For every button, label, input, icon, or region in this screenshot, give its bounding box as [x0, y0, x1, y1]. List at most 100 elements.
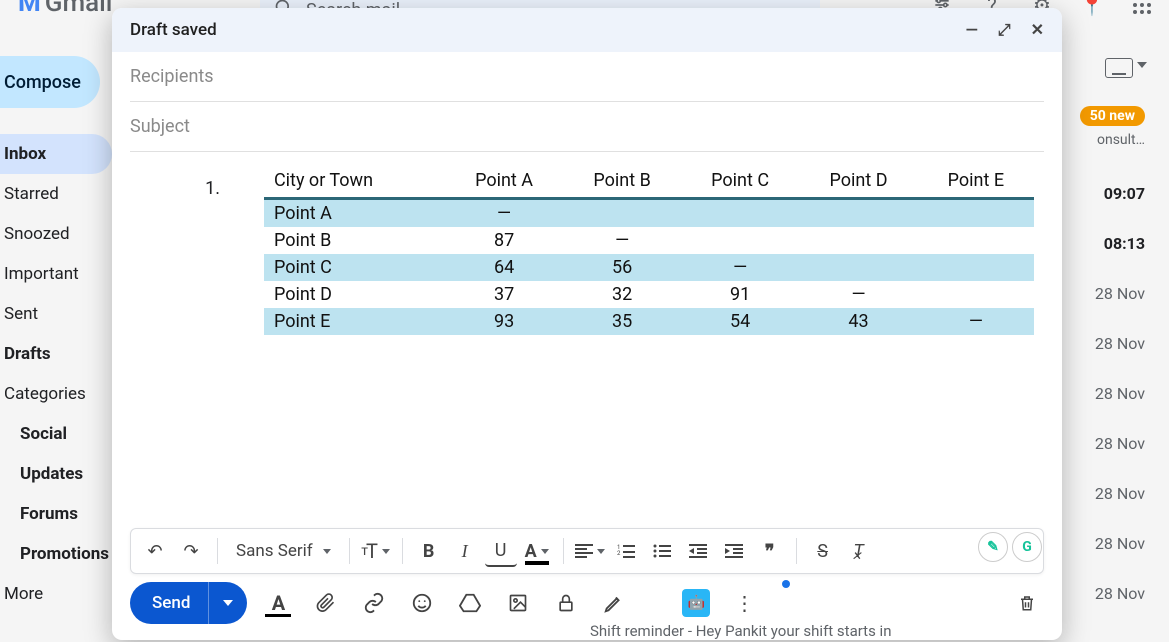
sidebar-item-snoozed[interactable]: Snoozed: [0, 214, 112, 254]
bulleted-list-button[interactable]: [646, 535, 678, 567]
table-cell: —: [681, 254, 799, 281]
table-cell: [563, 199, 681, 228]
snippet-tail: onsult…: [1097, 132, 1145, 148]
sidebar-item-inbox[interactable]: Inbox: [0, 134, 112, 174]
sidebar-item-starred[interactable]: Starred: [0, 174, 112, 214]
compose-dialog: Draft saved — ⤢ ✕ Recipients Subject 1. …: [112, 8, 1062, 640]
align-button[interactable]: [574, 535, 606, 567]
italic-button[interactable]: I: [449, 535, 481, 567]
table-cell: [681, 199, 799, 228]
insert-image-button[interactable]: [501, 586, 535, 620]
insert-drive-button[interactable]: [453, 586, 487, 620]
grammarly-widget[interactable]: ✎ G: [978, 532, 1042, 562]
close-button[interactable]: ✕: [1031, 20, 1044, 40]
send-more-button[interactable]: [208, 582, 247, 624]
sidebar-item-important[interactable]: Important: [0, 254, 112, 294]
compose-button[interactable]: Compose: [0, 56, 100, 108]
table-cell: 64: [445, 254, 563, 281]
table-header: Point A: [445, 164, 563, 199]
table-cell: 93: [445, 308, 563, 335]
send-row: Send A 🤖 ⋮: [112, 582, 1062, 640]
grammarly-pen-icon[interactable]: ✎: [978, 532, 1008, 562]
svg-text:2: 2: [617, 550, 621, 557]
table-row: Point C6456—: [264, 254, 1034, 281]
insert-link-button[interactable]: [357, 586, 391, 620]
strikethrough-button[interactable]: S: [807, 535, 839, 567]
indent-less-button[interactable]: [682, 535, 714, 567]
recipients-field[interactable]: Recipients: [130, 52, 1044, 102]
distance-table: City or TownPoint APoint BPoint CPoint D…: [264, 164, 1034, 335]
table-cell: [918, 281, 1034, 308]
new-badge: 50 new: [1080, 106, 1145, 126]
formatting-options-button[interactable]: A: [261, 586, 295, 620]
table-cell: Point C: [264, 254, 445, 281]
table-cell: [799, 227, 918, 254]
table-cell: [918, 254, 1034, 281]
table-cell: Point D: [264, 281, 445, 308]
indent-more-button[interactable]: [718, 535, 750, 567]
redo-button[interactable]: ↷: [175, 535, 207, 567]
sidebar-item-forums[interactable]: Forums: [0, 494, 112, 534]
formatting-toolbar: ↶ ↷ Sans Serif тT B I U A 12 ❞ S: [130, 528, 1044, 574]
insert-signature-button[interactable]: [597, 586, 631, 620]
send-button[interactable]: Send: [130, 582, 247, 624]
compose-body[interactable]: 1. City or TownPoint APoint BPoint CPoin…: [112, 152, 1062, 528]
dialog-header: Draft saved — ⤢ ✕: [112, 8, 1062, 52]
text-color-button[interactable]: A: [521, 535, 553, 567]
dialog-title: Draft saved: [130, 20, 217, 40]
sidebar-item-drafts[interactable]: Drafts: [0, 334, 112, 374]
remove-formatting-button[interactable]: T✕: [843, 535, 875, 567]
table-cell: Point E: [264, 308, 445, 335]
grammarly-g-icon[interactable]: G: [1012, 532, 1042, 562]
notification-dot-icon: [782, 580, 790, 588]
popout-button[interactable]: ⤢: [998, 20, 1011, 40]
bot-extension-button[interactable]: 🤖: [679, 586, 713, 620]
inbox-row-peek[interactable]: Shift reminder - Hey Pankit your shift s…: [590, 622, 891, 640]
table-row: Point E93355443—: [264, 308, 1034, 335]
subject-field[interactable]: Subject: [130, 102, 1044, 152]
table-cell: —: [445, 199, 563, 228]
table-cell: Point A: [264, 199, 445, 228]
table-row: Point B87—: [264, 227, 1034, 254]
undo-button[interactable]: ↶: [139, 535, 171, 567]
sidebar-item-social[interactable]: Social: [0, 414, 112, 454]
minimize-button[interactable]: —: [966, 20, 978, 40]
confidential-mode-button[interactable]: [549, 586, 583, 620]
table-row: Point D373291—: [264, 281, 1034, 308]
sidebar-item-categories[interactable]: Categories: [0, 374, 112, 414]
table-cell: 35: [563, 308, 681, 335]
table-cell: —: [799, 281, 918, 308]
more-options-button[interactable]: ⋮: [727, 586, 761, 620]
font-size-button[interactable]: тT: [360, 535, 392, 567]
underline-button[interactable]: U: [485, 535, 517, 567]
attach-file-button[interactable]: [309, 586, 343, 620]
sidebar-item-updates[interactable]: Updates: [0, 454, 112, 494]
table-cell: [799, 199, 918, 228]
location-icon[interactable]: 📍: [1081, 0, 1103, 16]
numbered-list-button[interactable]: 12: [610, 535, 642, 567]
sidebar-item-more[interactable]: More: [0, 574, 112, 614]
bold-button[interactable]: B: [413, 535, 445, 567]
table-row: Point A—: [264, 199, 1034, 228]
sidebar-item-sent[interactable]: Sent: [0, 294, 112, 334]
table-cell: —: [563, 227, 681, 254]
font-select[interactable]: Sans Serif: [228, 541, 339, 561]
list-marker: 1.: [130, 164, 260, 199]
sidebar-item-promotions[interactable]: Promotions: [0, 534, 112, 574]
table-header: Point B: [563, 164, 681, 199]
insert-emoji-button[interactable]: [405, 586, 439, 620]
apps-icon[interactable]: [1131, 0, 1153, 16]
table-cell: —: [918, 308, 1034, 335]
table-cell: [918, 227, 1034, 254]
keyboard-icon[interactable]: [1105, 58, 1133, 78]
discard-draft-button[interactable]: [1010, 586, 1044, 620]
sidebar-nav: InboxStarredSnoozedImportantSentDraftsCa…: [0, 134, 112, 614]
table-header: Point C: [681, 164, 799, 199]
table-cell: [918, 199, 1034, 228]
table-cell: 56: [563, 254, 681, 281]
table-cell: 43: [799, 308, 918, 335]
table-cell: 54: [681, 308, 799, 335]
table-cell: 32: [563, 281, 681, 308]
quote-button[interactable]: ❞: [754, 535, 786, 567]
keyboard-caret-icon[interactable]: [1137, 62, 1147, 68]
